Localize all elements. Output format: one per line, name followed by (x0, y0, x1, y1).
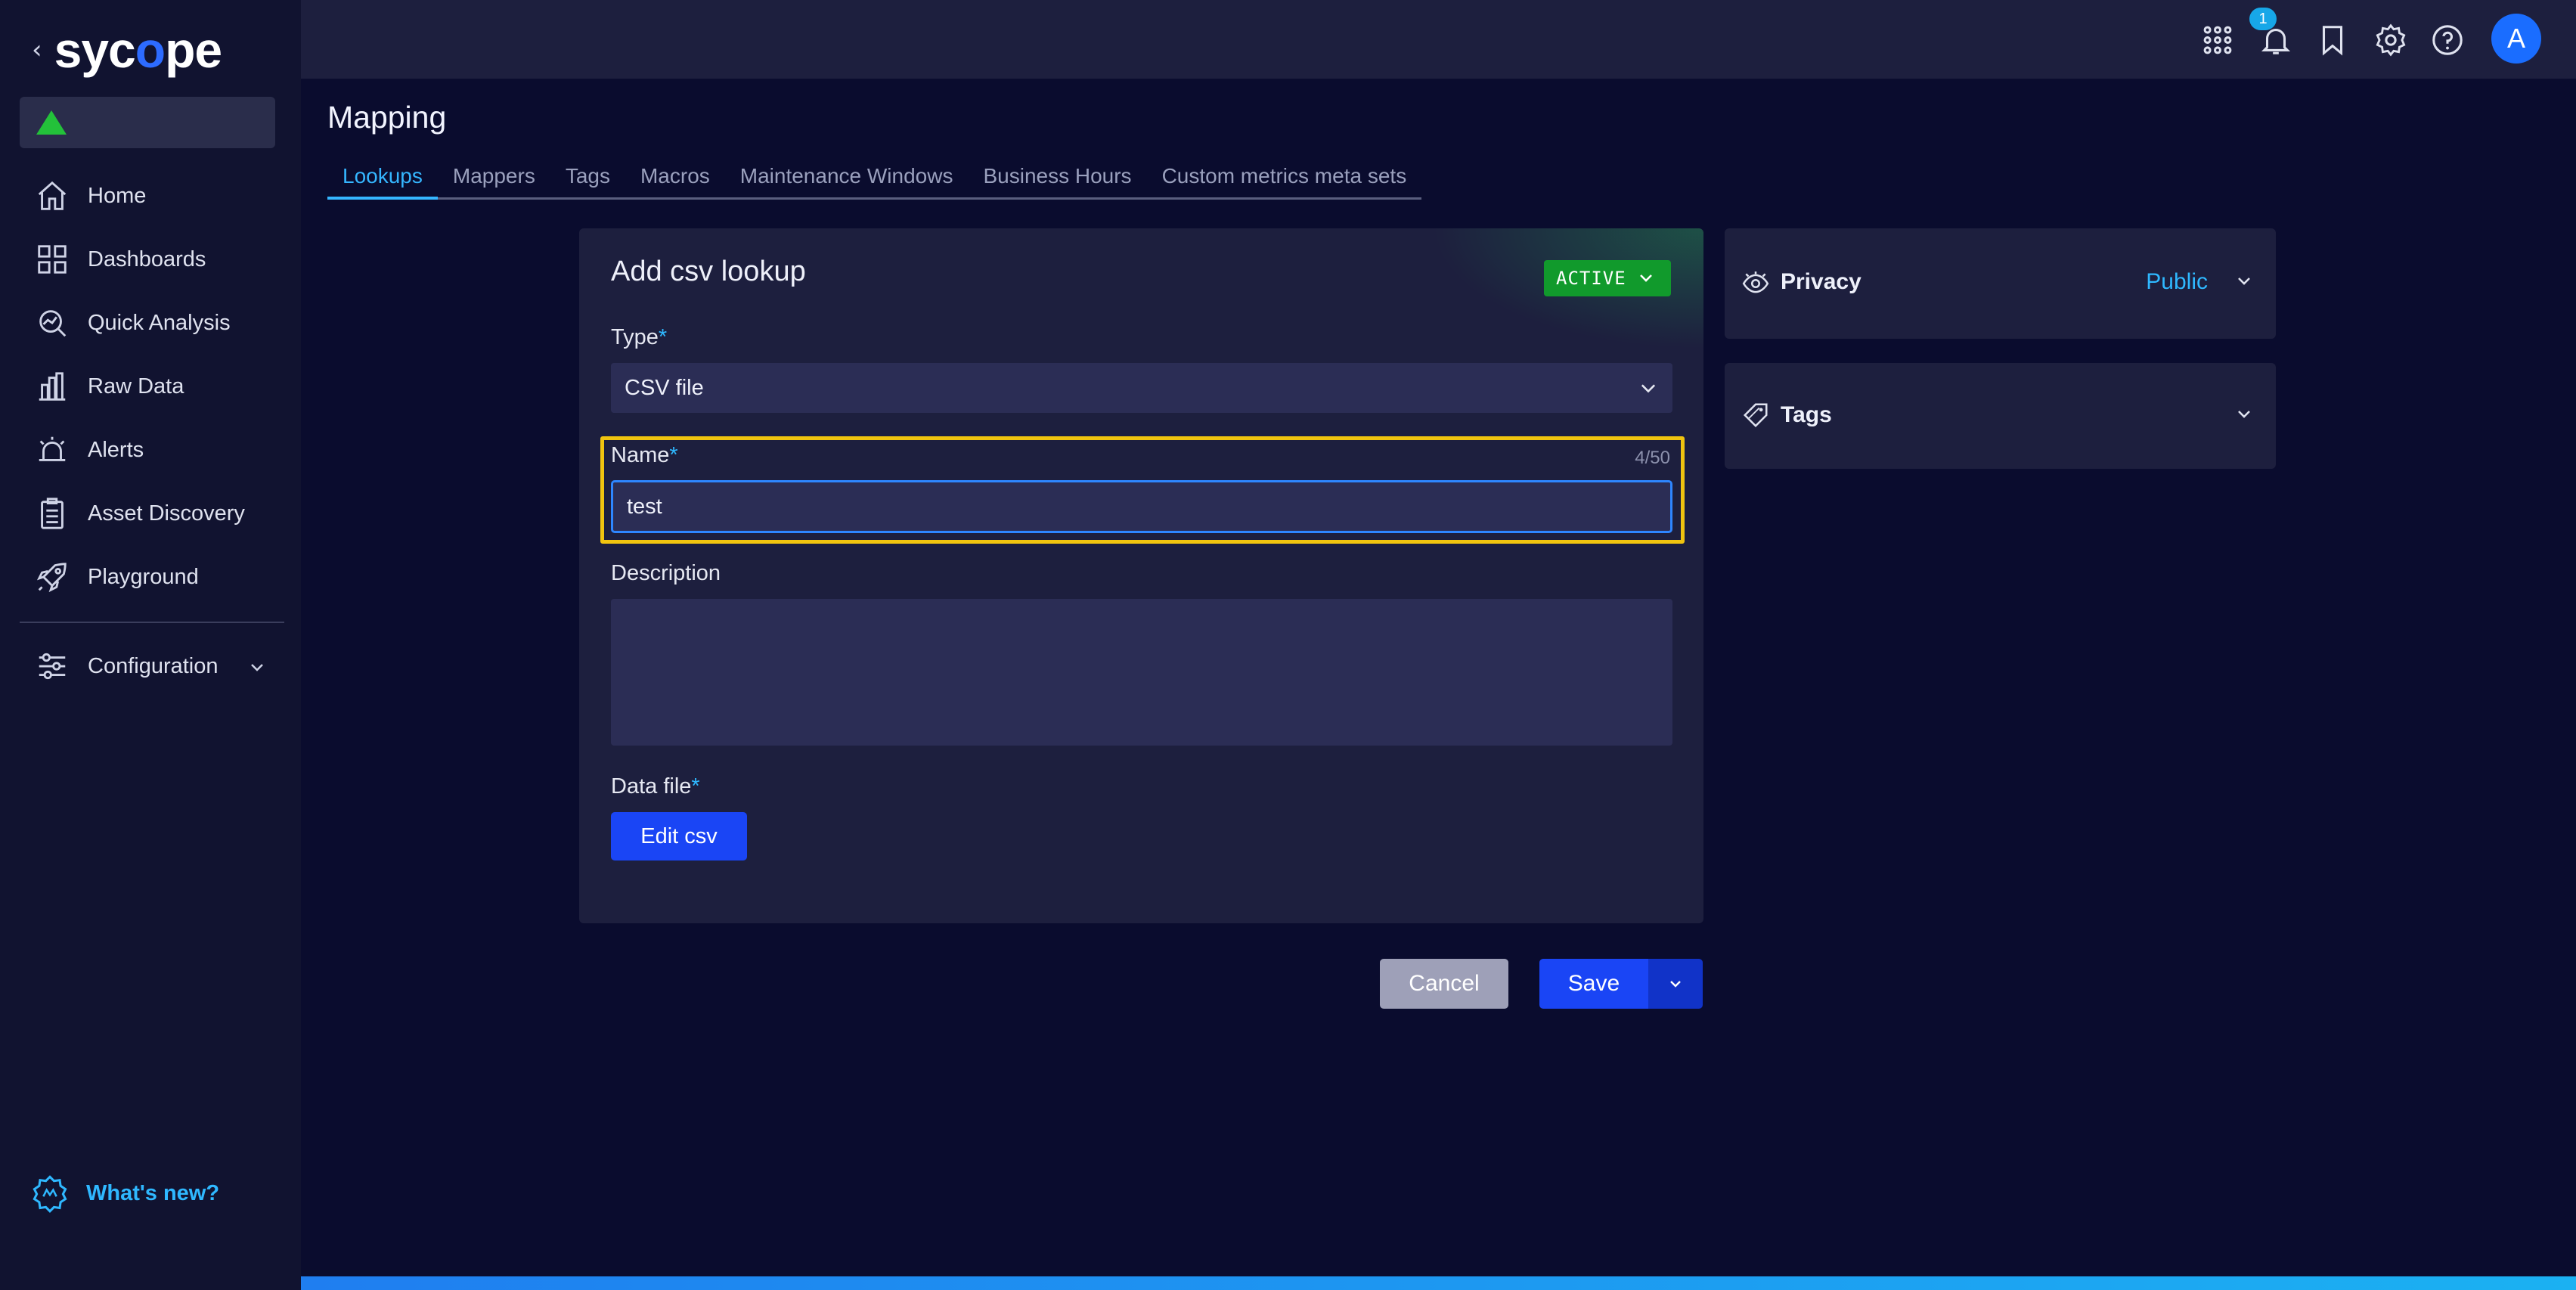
status-label: ACTIVE (1556, 268, 1626, 289)
name-input[interactable] (611, 480, 1672, 533)
sidebar-item-asset-discovery[interactable]: Asset Discovery (0, 484, 301, 543)
sidebar-item-raw-data[interactable]: Raw Data (0, 357, 301, 416)
chevron-down-icon[interactable] (2235, 405, 2253, 423)
chevron-down-icon (251, 664, 263, 671)
sidebar: ‹ sycope Home Dashboards Quick Analysis … (0, 0, 301, 1290)
type-select[interactable]: CSV file (611, 363, 1672, 413)
form-title: Add csv lookup (611, 256, 806, 287)
new-badge-icon (33, 1175, 67, 1213)
sidebar-item-configuration[interactable]: Configuration (0, 637, 301, 696)
edit-csv-button[interactable]: Edit csv (611, 812, 747, 861)
whats-new-label: What's new? (86, 1180, 220, 1205)
sliders-icon (39, 653, 66, 680)
chevron-down-icon[interactable] (2235, 272, 2253, 290)
privacy-panel[interactable]: Privacy Public (1725, 228, 2276, 339)
logo[interactable]: ‹ sycope (32, 21, 222, 79)
sidebar-item-label: Alerts (88, 437, 144, 462)
raw-data-icon (39, 372, 66, 401)
sidebar-item-label: Playground (88, 564, 199, 589)
tag-icon (1743, 403, 1768, 428)
sidebar-item-label: Dashboards (88, 247, 206, 271)
data-file-label: Data file* (611, 774, 700, 798)
description-label: Description (611, 561, 721, 585)
privacy-value[interactable]: Public (2146, 269, 2208, 295)
status-dropdown[interactable]: ACTIVE (1544, 260, 1671, 296)
chevron-down-icon (1641, 384, 1656, 393)
tab-maintenance-windows[interactable]: Maintenance Windows (725, 159, 969, 200)
save-options-button[interactable] (1648, 959, 1703, 1009)
help-icon[interactable] (2430, 23, 2465, 57)
status-up-icon (36, 110, 67, 135)
avatar[interactable]: A (2491, 14, 2541, 64)
name-label: Name* (611, 443, 678, 467)
tab-mappers[interactable]: Mappers (438, 159, 550, 200)
sidebar-item-dashboards[interactable]: Dashboards (0, 230, 301, 289)
chevron-down-icon (1670, 981, 1681, 988)
tab-tags[interactable]: Tags (550, 159, 625, 200)
tags-panel[interactable]: Tags (1725, 363, 2276, 469)
type-selected-value: CSV file (625, 376, 704, 400)
whats-new-link[interactable]: What's new? (30, 1174, 219, 1213)
logo-wordmark: sycope (54, 22, 222, 78)
tab-custom-metrics-meta-sets[interactable]: Custom metrics meta sets (1147, 159, 1422, 200)
sidebar-item-label: Asset Discovery (88, 501, 245, 526)
home-icon (38, 181, 67, 210)
name-character-counter: 4/50 (1635, 448, 1670, 468)
sidebar-item-quick-analysis[interactable]: Quick Analysis (0, 293, 301, 352)
sidebar-item-alerts[interactable]: Alerts (0, 420, 301, 479)
clipboard-list-icon (41, 498, 64, 529)
dashboards-icon (38, 245, 67, 274)
tab-bar: Lookups Mappers Tags Macros Maintenance … (327, 159, 1422, 200)
rocket-icon (36, 563, 67, 593)
status-indicator[interactable] (20, 97, 275, 148)
tags-title: Tags (1781, 402, 1832, 427)
sidebar-item-label: Quick Analysis (88, 310, 231, 335)
tab-macros[interactable]: Macros (625, 159, 725, 200)
add-lookup-form: Add csv lookup ACTIVE Type* CSV file Nam… (579, 228, 1703, 923)
tab-business-hours[interactable]: Business Hours (968, 159, 1146, 200)
apps-grid-icon[interactable] (2200, 23, 2235, 57)
tab-lookups[interactable]: Lookups (327, 159, 438, 200)
chevron-down-icon (1639, 274, 1652, 282)
quick-analysis-icon (39, 310, 67, 337)
gear-icon[interactable] (2373, 23, 2408, 57)
alarm-icon (39, 436, 66, 461)
bottom-accent-bar (301, 1276, 2576, 1290)
type-label: Type* (611, 325, 668, 349)
sidebar-divider (20, 622, 284, 623)
privacy-eye-icon (1742, 271, 1769, 293)
sidebar-item-label: Configuration (88, 653, 219, 678)
description-textarea[interactable] (611, 599, 1672, 746)
notification-count-badge: 1 (2249, 8, 2277, 30)
save-button[interactable]: Save (1539, 959, 1648, 1009)
sidebar-item-label: Raw Data (88, 374, 184, 398)
page-title: Mapping (327, 100, 447, 135)
bookmark-icon[interactable] (2315, 23, 2350, 57)
back-chevron-icon[interactable]: ‹ (32, 35, 42, 65)
privacy-title: Privacy (1781, 269, 1861, 294)
sidebar-item-playground[interactable]: Playground (0, 547, 301, 606)
sidebar-item-label: Home (88, 183, 147, 208)
cancel-button[interactable]: Cancel (1380, 959, 1508, 1009)
sidebar-item-home[interactable]: Home (0, 166, 301, 225)
